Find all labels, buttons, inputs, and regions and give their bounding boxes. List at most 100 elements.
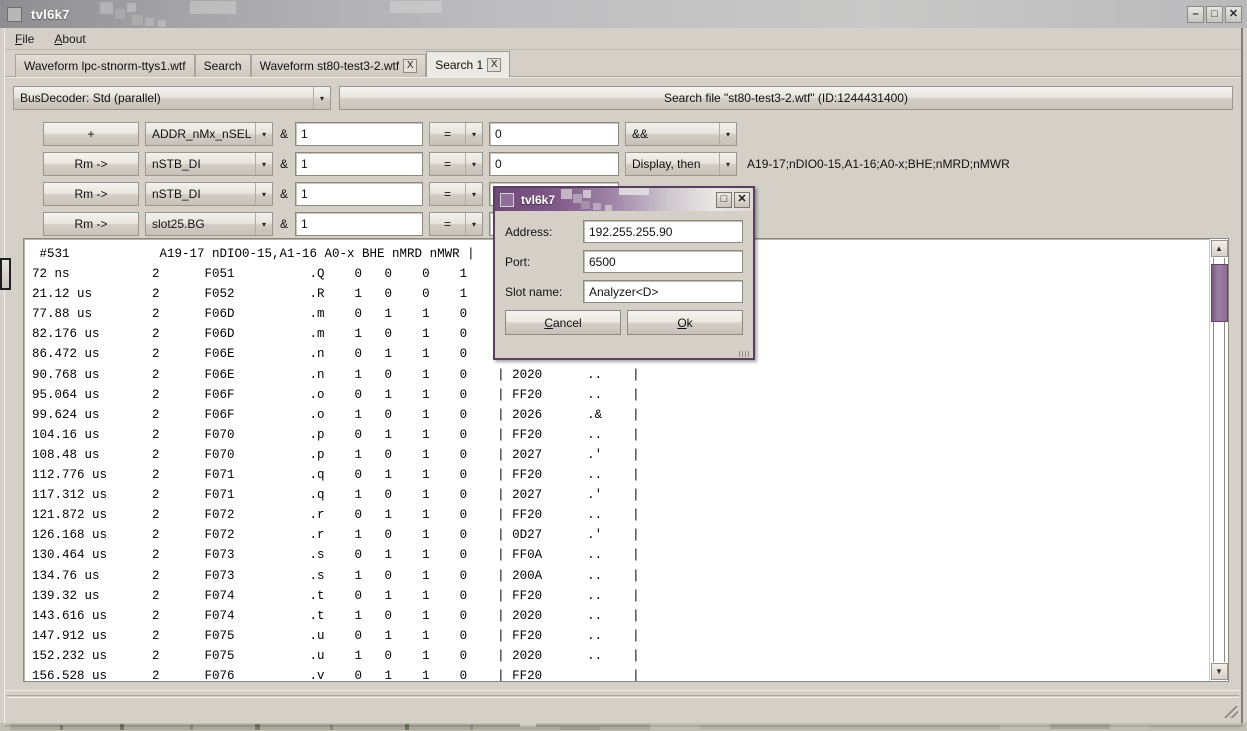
chevron-down-icon[interactable]: ▾ xyxy=(465,213,482,235)
scrollbar-track[interactable] xyxy=(1211,258,1228,662)
result-row[interactable]: 147.912 us 2 F075 .u 0 1 1 0 | FF20 .. | xyxy=(32,626,1209,646)
signal-select[interactable]: ADDR_nMx_nSEL ▾ xyxy=(145,122,273,146)
mask-input[interactable]: 1 xyxy=(295,212,424,236)
chevron-down-icon[interactable]: ▾ xyxy=(255,153,272,175)
chevron-down-icon[interactable]: ▾ xyxy=(255,183,272,205)
comparison-select[interactable]: = ▾ xyxy=(429,182,484,206)
menu-item-file[interactable]: File xyxy=(13,31,36,47)
remove-row-button[interactable]: Rm -> xyxy=(43,152,139,176)
port-field[interactable]: 6500 xyxy=(583,250,743,273)
chevron-down-icon[interactable]: ▾ xyxy=(719,153,736,175)
result-row[interactable]: 130.464 us 2 F073 .s 0 1 1 0 | FF0A .. | xyxy=(32,545,1209,565)
tab-waveform-lpc[interactable]: Waveform lpc-stnorm-ttys1.wtf xyxy=(15,54,195,77)
maximize-icon[interactable]: □ xyxy=(1206,5,1223,23)
comparison-value: = xyxy=(444,127,452,141)
edge-widget-stub[interactable] xyxy=(0,258,11,290)
dialog-resize-grip[interactable] xyxy=(739,351,751,357)
slot-name-row: Slot name: Analyzer<D> xyxy=(505,280,743,303)
result-row[interactable]: 143.616 us 2 F074 .t 1 0 1 0 | 2020 .. | xyxy=(32,606,1209,626)
panel-toolbar: BusDecoder: Std (parallel) ▾ Search file… xyxy=(13,86,1233,110)
chevron-down-icon[interactable]: ▾ xyxy=(255,213,272,235)
add-row-button[interactable]: + xyxy=(43,122,139,146)
results-scrollbar[interactable]: ▲ ▼ xyxy=(1209,239,1228,681)
result-row[interactable]: 152.232 us 2 F075 .u 1 0 1 0 | 2020 .. | xyxy=(32,646,1209,666)
address-row: Address: 192.255.255.90 xyxy=(505,220,743,243)
result-row[interactable]: 121.872 us 2 F072 .r 0 1 1 0 | FF20 .. | xyxy=(32,505,1209,525)
chevron-down-icon[interactable]: ▾ xyxy=(255,123,272,145)
screen-artifact-strip xyxy=(0,723,1247,731)
port-row: Port: 6500 xyxy=(505,250,743,273)
result-row[interactable]: 117.312 us 2 F071 .q 1 0 1 0 | 2027 .' | xyxy=(32,485,1209,505)
dialog-body: Address: 192.255.255.90 Port: 6500 Slot … xyxy=(495,211,753,343)
minimize-icon[interactable]: – xyxy=(1187,5,1204,23)
join-select[interactable]: && ▾ xyxy=(625,122,738,146)
tab-search-1[interactable]: Search 1 X xyxy=(426,51,511,77)
dialog-maximize-icon[interactable]: □ xyxy=(716,191,732,208)
result-row[interactable]: 134.76 us 2 F073 .s 1 0 1 0 | 200A .. | xyxy=(32,566,1209,586)
resize-grip[interactable] xyxy=(1224,706,1238,718)
result-row[interactable]: 112.776 us 2 F071 .q 0 1 1 0 | FF20 .. | xyxy=(32,465,1209,485)
remove-row-button[interactable]: Rm -> xyxy=(43,182,139,206)
mask-input[interactable]: 1 xyxy=(295,182,424,206)
address-field[interactable]: 192.255.255.90 xyxy=(583,220,743,243)
signal-select[interactable]: nSTB_DI ▾ xyxy=(145,152,273,176)
signal-select[interactable]: nSTB_DI ▾ xyxy=(145,182,273,206)
scrollbar-thumb[interactable] xyxy=(1211,264,1228,322)
result-row[interactable]: 126.168 us 2 F072 .r 1 0 1 0 | 0D27 .' | xyxy=(32,525,1209,545)
cancel-button[interactable]: Cancel xyxy=(505,310,621,335)
window-title-bar: tvl6k7 – □ ✕ xyxy=(0,0,1247,28)
tab-search-1-label: Search 1 xyxy=(435,57,484,72)
signal-select[interactable]: slot25.BG ▾ xyxy=(145,212,273,236)
value-input[interactable]: 0 xyxy=(489,122,620,146)
comparison-value: = xyxy=(444,157,452,171)
menu-item-about[interactable]: About xyxy=(52,31,87,47)
result-row[interactable]: 90.768 us 2 F06E .n 1 0 1 0 | 2020 .. | xyxy=(32,365,1209,385)
tab-waveform-st80[interactable]: Waveform st80-test3-2.wtf X xyxy=(250,54,427,77)
remove-row-button[interactable]: Rm -> xyxy=(43,212,139,236)
result-row[interactable]: 156.528 us 2 F076 .v 0 1 1 0 | FF20 | xyxy=(32,666,1209,681)
mask-input[interactable]: 1 xyxy=(295,152,424,176)
result-row[interactable]: 139.32 us 2 F074 .t 0 1 1 0 | FF20 .. | xyxy=(32,586,1209,606)
window-controls: – □ ✕ xyxy=(1187,5,1242,23)
result-row[interactable]: 104.16 us 2 F070 .p 0 1 1 0 | FF20 .. | xyxy=(32,425,1209,445)
bus-decoder-select[interactable]: BusDecoder: Std (parallel) ▾ xyxy=(13,86,331,110)
result-row[interactable]: 108.48 us 2 F070 .p 1 0 1 0 | 2027 .' | xyxy=(32,445,1209,465)
chevron-down-icon[interactable]: ▾ xyxy=(465,123,482,145)
scroll-down-icon[interactable]: ▼ xyxy=(1210,663,1228,680)
signal-value: ADDR_nMx_nSEL xyxy=(152,127,252,141)
address-label: Address: xyxy=(505,224,553,239)
join-select[interactable]: Display, then ▾ xyxy=(625,152,738,176)
comparison-select[interactable]: = ▾ xyxy=(429,152,484,176)
signal-value: nSTB_DI xyxy=(152,187,201,201)
ok-accel: O xyxy=(677,315,687,330)
chevron-down-icon[interactable]: ▾ xyxy=(719,123,736,145)
mask-operator-label: & xyxy=(280,187,289,201)
tab-close-icon[interactable]: X xyxy=(487,57,502,72)
comparison-select[interactable]: = ▾ xyxy=(429,122,484,146)
value-input[interactable]: 0 xyxy=(489,152,620,176)
close-icon[interactable]: ✕ xyxy=(1225,5,1242,23)
signal-value: slot25.BG xyxy=(152,217,205,231)
status-bar xyxy=(5,690,1241,724)
comparison-select[interactable]: = ▾ xyxy=(429,212,484,236)
result-row[interactable]: 95.064 us 2 F06F .o 0 1 1 0 | FF20 .. | xyxy=(32,385,1209,405)
mask-operator-label: & xyxy=(280,217,289,231)
chevron-down-icon[interactable]: ▾ xyxy=(313,87,330,109)
application-window: tvl6k7 – □ ✕ File About Waveform lpc-stn… xyxy=(0,0,1247,731)
port-label: Port: xyxy=(505,254,531,269)
ok-button[interactable]: Ok xyxy=(627,310,743,335)
dialog-close-icon[interactable]: ✕ xyxy=(734,191,750,208)
result-row[interactable]: 99.624 us 2 F06F .o 1 0 1 0 | 2026 .& | xyxy=(32,405,1209,425)
chevron-down-icon[interactable]: ▾ xyxy=(465,183,482,205)
menu-item-file-label: ile xyxy=(22,31,35,46)
scroll-up-icon[interactable]: ▲ xyxy=(1210,240,1228,257)
comparison-value: = xyxy=(444,217,452,231)
tab-close-icon[interactable]: X xyxy=(403,59,418,73)
tab-search[interactable]: Search xyxy=(194,54,251,77)
slot-name-field[interactable]: Analyzer<D> xyxy=(583,280,743,303)
title-bar-artifact xyxy=(100,1,442,27)
dialog-title-artifact xyxy=(561,188,649,211)
chevron-down-icon[interactable]: ▾ xyxy=(465,153,482,175)
dialog-icon xyxy=(500,192,514,207)
mask-input[interactable]: 1 xyxy=(295,122,424,146)
